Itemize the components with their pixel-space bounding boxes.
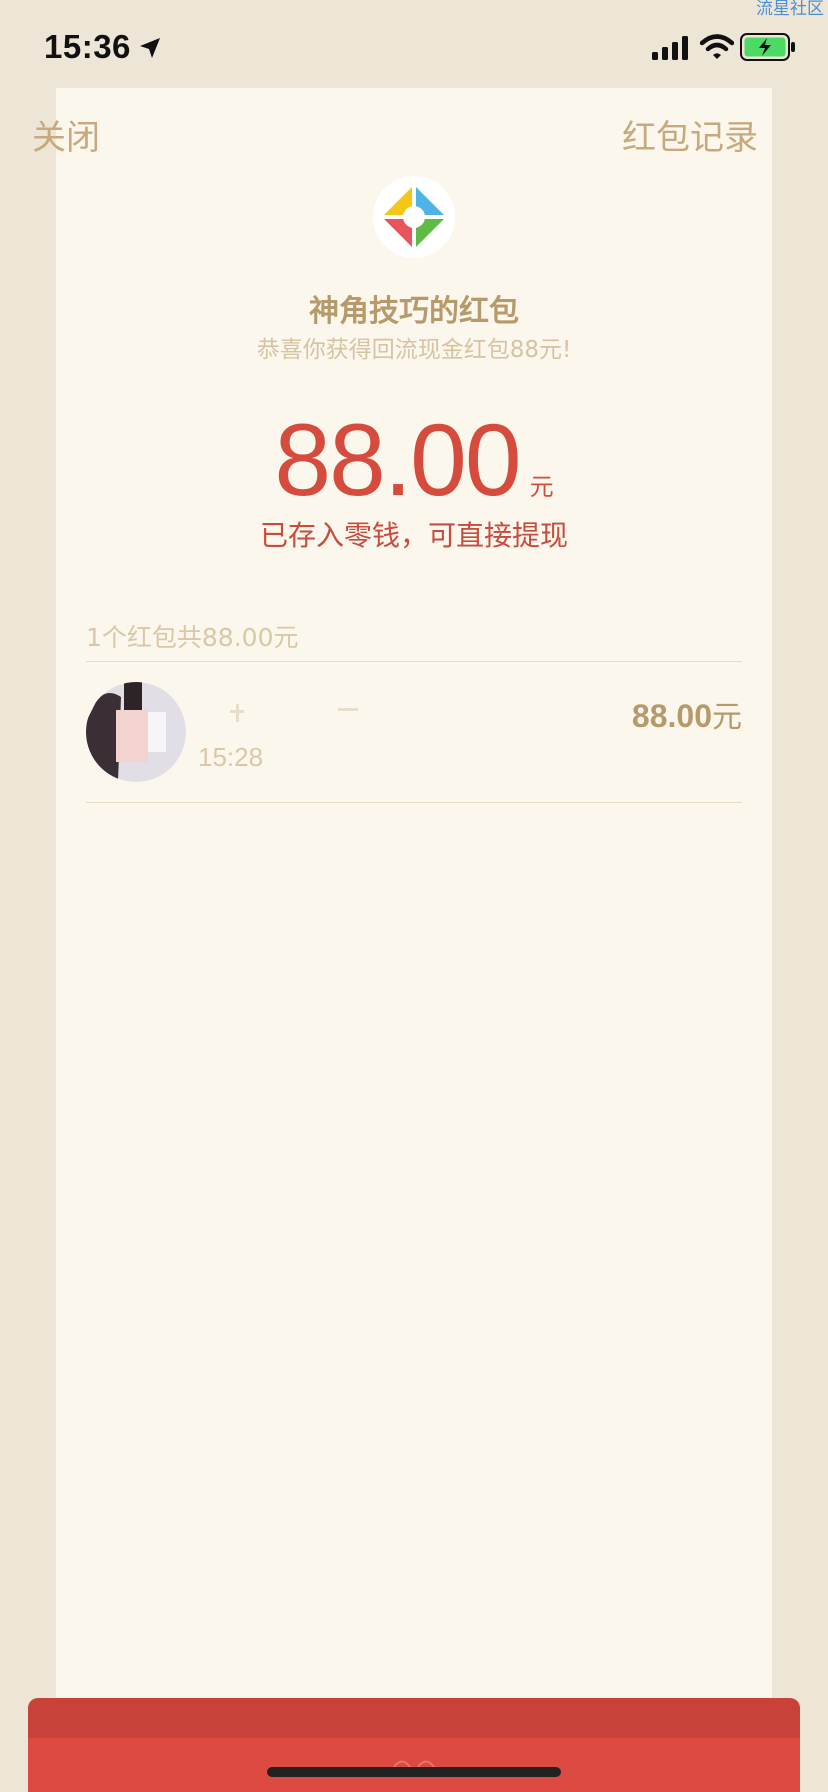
location-arrow-icon <box>140 38 160 58</box>
sender-title: 神角技巧的红包 <box>309 294 519 329</box>
close-button[interactable]: 关闭 <box>32 110 100 159</box>
deposit-note-link[interactable]: 已存入零钱，可直接提现 <box>0 514 828 554</box>
greeting-subtitle: 恭喜你获得回流现金红包88元! <box>256 337 572 363</box>
amount-display: 88.00 元 <box>0 405 828 515</box>
cellular-signal-icon <box>652 36 688 60</box>
amount-value: 88.00 <box>274 403 521 517</box>
row-amount-value: 88.00 <box>631 698 712 734</box>
list-item[interactable]: 15:28 88.00元 <box>86 662 742 802</box>
row-amount: 88.00元 <box>632 692 742 736</box>
divider <box>86 802 742 803</box>
row-time: 15:28 <box>198 742 264 772</box>
status-bar: 15:36 <box>0 0 828 88</box>
status-time: 15:36 <box>44 28 131 65</box>
red-packet-records-link[interactable]: 红包记录 <box>622 110 758 159</box>
home-indicator[interactable] <box>267 1767 561 1777</box>
records-summary: 1个红包共88.00元 <box>86 623 299 652</box>
row-amount-unit: 元 <box>712 700 742 735</box>
amount-unit: 元 <box>529 473 554 501</box>
app-logo-icon <box>373 176 455 258</box>
battery-charging-icon <box>740 33 795 61</box>
avatar <box>86 682 186 782</box>
blurred-name <box>230 704 358 722</box>
wifi-icon <box>700 34 734 59</box>
